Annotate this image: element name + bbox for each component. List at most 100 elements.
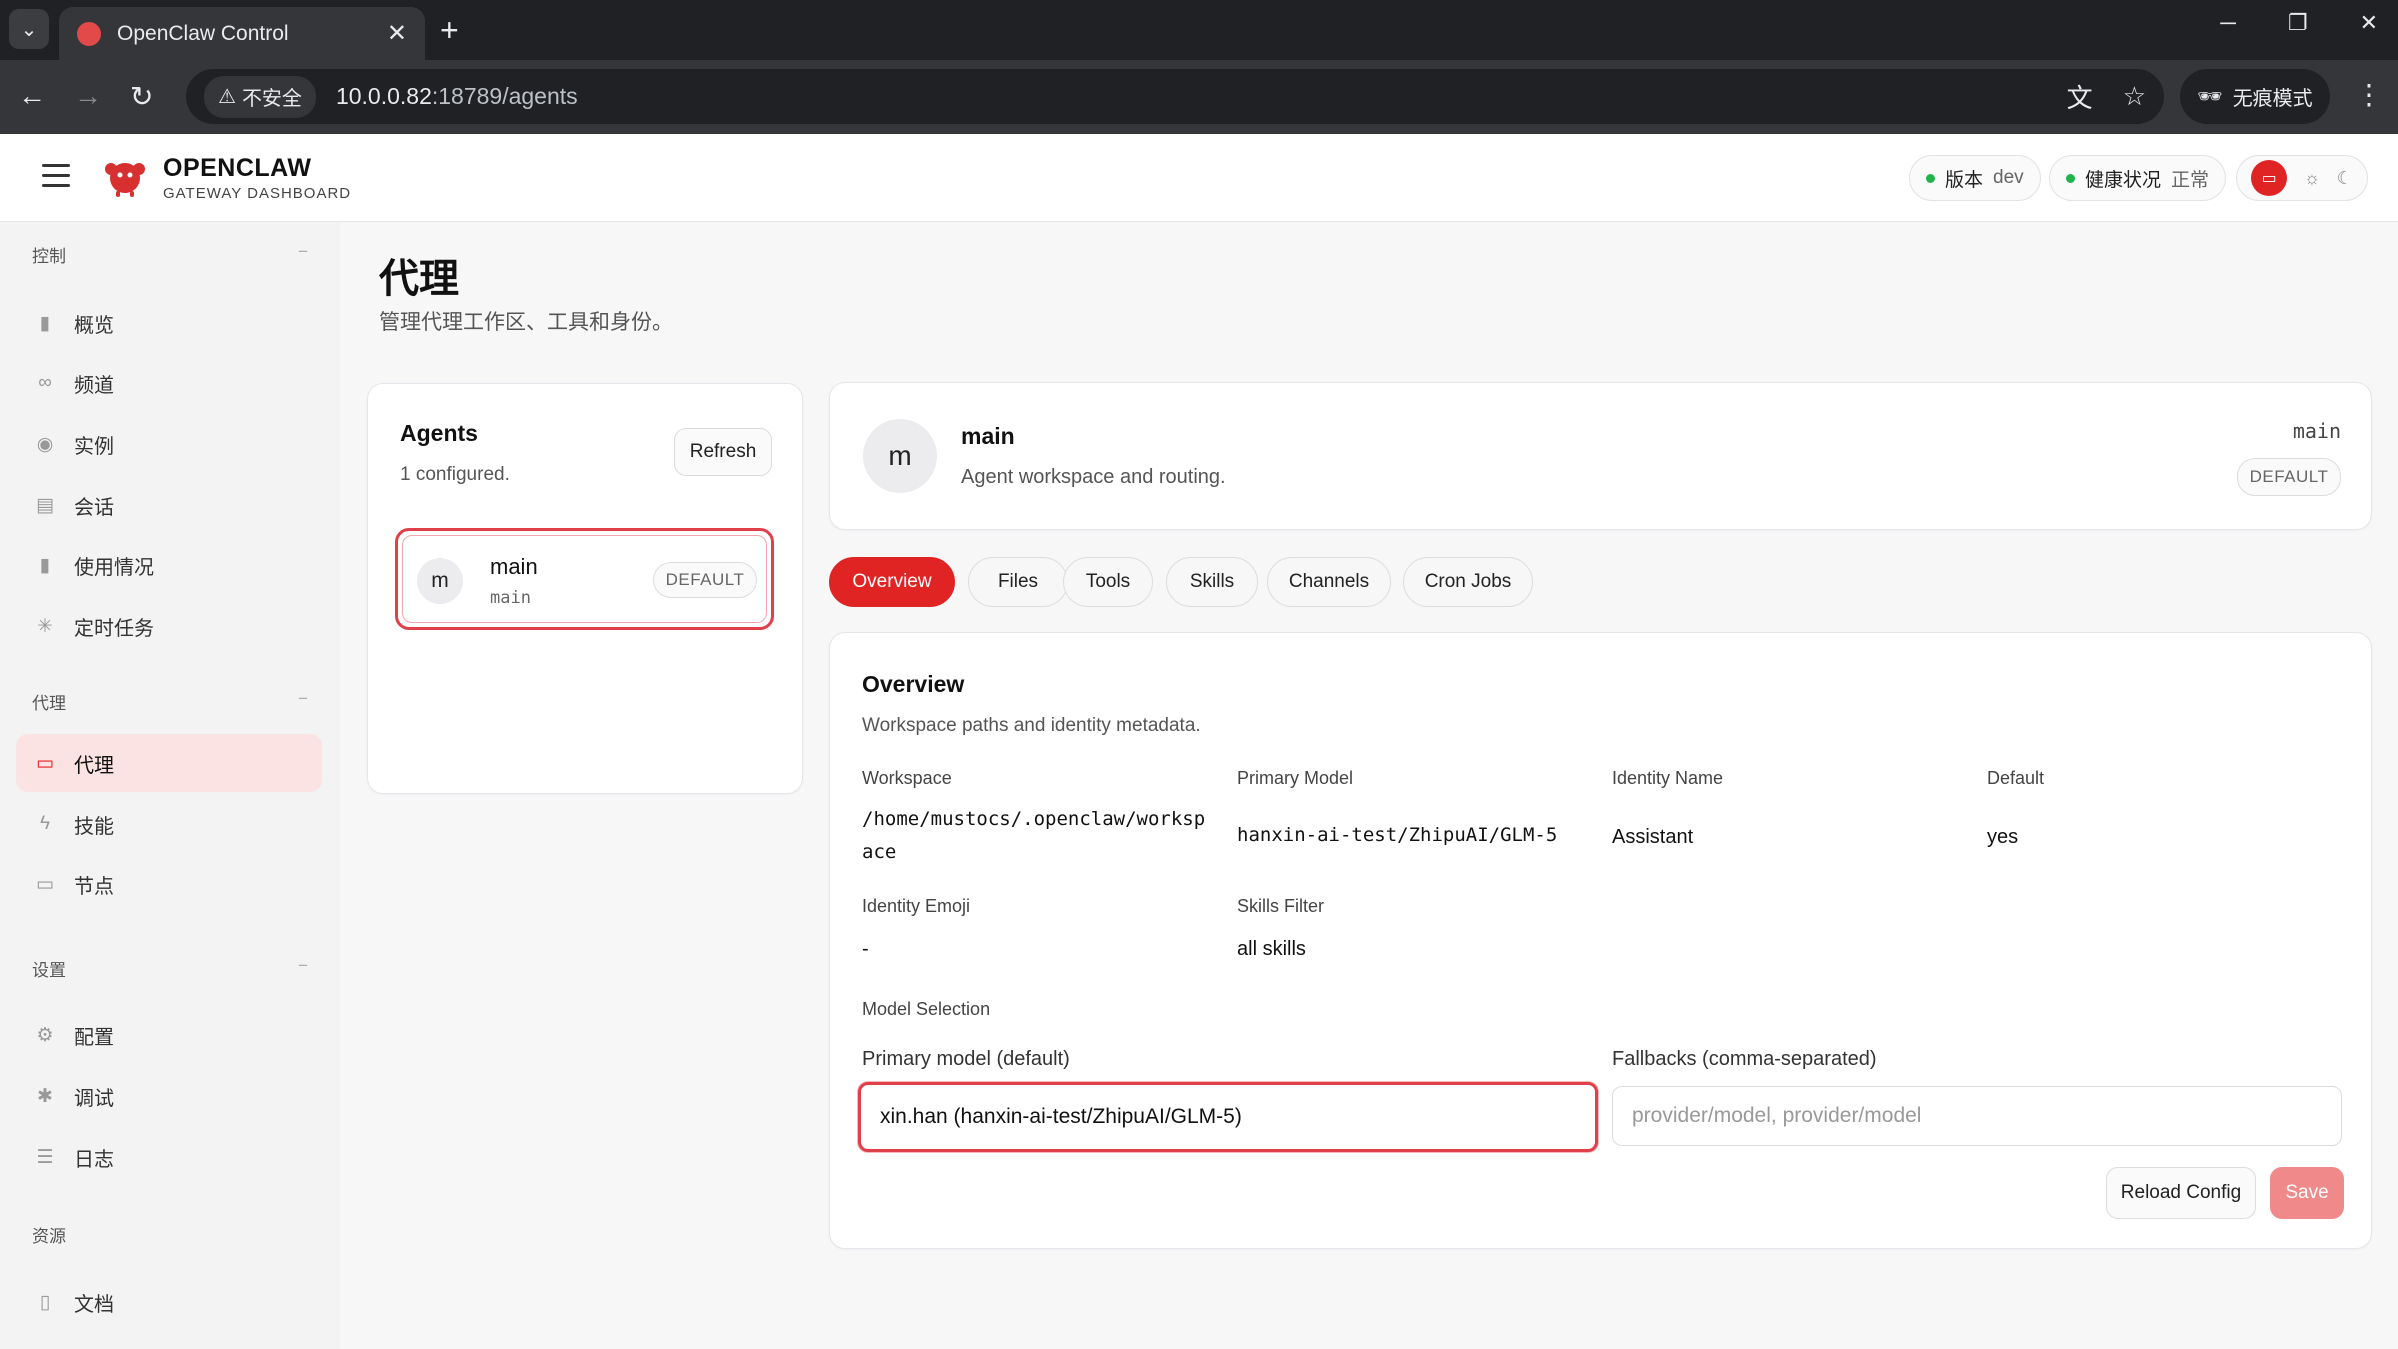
sidebar-item-label: 使用情况: [74, 556, 154, 579]
sidebar-section-resources: 资源: [32, 1222, 308, 1247]
brand: OPENCLAW GATEWAY DASHBOARD: [163, 154, 351, 202]
workspace-label: Workspace: [862, 768, 952, 788]
fallbacks-input[interactable]: provider/model, provider/model: [1612, 1086, 2342, 1146]
tab-cron-jobs[interactable]: Cron Jobs: [1403, 557, 1533, 607]
bookmark-star-icon[interactable]: ☆: [2123, 81, 2146, 112]
sidebar-item-label: 概览: [74, 314, 114, 337]
primary-model-label: Primary Model: [1237, 768, 1354, 788]
tab-close-icon[interactable]: ✕: [387, 19, 407, 48]
tab-overview[interactable]: Overview: [829, 557, 955, 607]
sidebar-item-label: 日志: [74, 1148, 114, 1171]
sidebar-item-nodes[interactable]: ▭ 节点: [16, 855, 322, 913]
health-pill: 健康状况 正常: [2049, 155, 2227, 201]
sidebar-section-settings[interactable]: 设置 −: [32, 956, 308, 981]
sidebar-section-title: 资源: [32, 1227, 66, 1246]
save-button[interactable]: Save: [2270, 1167, 2344, 1219]
agent-header-default-badge: DEFAULT: [2237, 458, 2341, 496]
insecure-label: 不安全: [241, 88, 302, 110]
address-bar[interactable]: ⚠ 不安全 10.0.0.82:18789/agents 文 ☆: [186, 69, 2164, 124]
new-tab-icon[interactable]: +: [440, 12, 459, 49]
sidebar-item-agents[interactable]: ▭ 代理: [16, 734, 322, 792]
sidebar-item-label: 代理: [74, 754, 114, 777]
model-selection-label: Model Selection: [862, 999, 991, 1019]
health-status-dot: [2066, 173, 2075, 183]
tab-search-dropdown-icon[interactable]: ⌄: [9, 9, 49, 49]
agent-list-item-inner: m main main DEFAULT: [402, 535, 767, 623]
sidebar-item-cron[interactable]: ✳ 定时任务: [16, 597, 322, 655]
agent-header-subtitle: Agent workspace and routing.: [961, 466, 1226, 488]
collapse-icon[interactable]: −: [298, 242, 308, 267]
agent-name: main: [490, 554, 538, 579]
theme-switcher: ▭ ☼ ☾: [2236, 155, 2368, 201]
forward-arrow-icon[interactable]: →: [74, 80, 102, 112]
sidebar-item-skills[interactable]: ϟ 技能: [16, 795, 322, 853]
default-badge: DEFAULT: [653, 562, 757, 598]
translate-icon[interactable]: 文: [2067, 78, 2093, 115]
incognito-indicator[interactable]: 🕶 无痕模式: [2180, 69, 2330, 124]
page-subtitle: 管理代理工作区、工具和身份。: [379, 311, 673, 334]
tab-skills[interactable]: Skills: [1166, 557, 1258, 607]
sun-theme-icon[interactable]: ☼: [2304, 168, 2321, 189]
refresh-button[interactable]: Refresh: [674, 428, 772, 476]
version-pill: 版本 dev: [1909, 155, 2041, 201]
sidebar-section-control[interactable]: 控制 −: [32, 242, 308, 267]
moon-theme-icon[interactable]: ☾: [2337, 168, 2353, 189]
collapse-icon[interactable]: −: [298, 689, 308, 714]
openclaw-logo-icon: [105, 163, 145, 197]
reload-icon[interactable]: ↻: [130, 80, 153, 113]
version-status-dot: [1926, 173, 1935, 183]
tab-channels[interactable]: Channels: [1267, 557, 1391, 607]
sidebar-item-sessions[interactable]: ▤ 会话: [16, 476, 322, 534]
agent-header-id: main: [2292, 419, 2341, 443]
browser-menu-icon[interactable]: ⋮: [2355, 78, 2383, 111]
sidebar-item-label: 实例: [74, 435, 114, 458]
sidebar-item-docs[interactable]: ▯ 文档: [16, 1273, 322, 1331]
reload-config-button[interactable]: Reload Config: [2106, 1167, 2256, 1219]
window-close-icon[interactable]: ✕: [2360, 10, 2378, 36]
agents-count: 1 configured.: [400, 464, 510, 485]
sidebar-section-title: 设置: [32, 961, 66, 980]
agents-title: Agents: [400, 420, 478, 446]
broadcast-icon: ◉: [36, 433, 54, 455]
warning-icon: ⚠: [218, 86, 236, 108]
sidebar-item-instances[interactable]: ◉ 实例: [16, 415, 322, 473]
restore-icon[interactable]: ❐: [2288, 10, 2308, 36]
sidebar-section-title: 代理: [32, 694, 66, 713]
url-text[interactable]: 10.0.0.82:18789/agents: [336, 83, 2037, 110]
browser-toolbar: ← → ↻ ⚠ 不安全 10.0.0.82:18789/agents 文 ☆ 🕶…: [0, 60, 2398, 134]
sidebar-section-agents[interactable]: 代理 −: [32, 689, 308, 714]
sidebar-item-config[interactable]: ⚙ 配置: [16, 1006, 322, 1064]
sidebar-item-debug[interactable]: ✱ 调试: [16, 1067, 322, 1125]
url-host: 10.0.0.82: [335, 83, 432, 109]
security-indicator[interactable]: ⚠ 不安全: [204, 75, 316, 118]
agent-list-item[interactable]: m main main DEFAULT: [395, 528, 774, 630]
sidebar-item-channels[interactable]: ∞ 频道: [16, 354, 322, 412]
workspace-value-line-1: /home/mustocs/.openclaw/worksp: [862, 808, 1206, 830]
back-arrow-icon[interactable]: ←: [18, 80, 46, 112]
incognito-icon: 🕶: [2197, 86, 2223, 108]
sidebar-item-label: 频道: [74, 374, 114, 397]
monitor-theme-icon[interactable]: ▭: [2251, 160, 2288, 196]
minimize-icon[interactable]: ─: [2220, 10, 2236, 36]
sidebar: 控制 − ▮ 概览 ∞ 频道 ◉ 实例 ▤ 会话 ▮ 使用情况 ✳ 定时任务 代理…: [0, 222, 340, 1349]
primary-model-input[interactable]: xin.han (hanxin-ai-test/ZhipuAI/GLM-5): [858, 1082, 1598, 1152]
hamburger-menu-icon[interactable]: [42, 164, 70, 194]
sidebar-item-label: 节点: [74, 875, 114, 898]
collapse-icon[interactable]: −: [298, 956, 308, 981]
browser-tab[interactable]: OpenClaw Control ✕: [59, 7, 425, 60]
url-path: :18789/agents: [431, 83, 578, 109]
identity-name-label: Identity Name: [1612, 768, 1724, 788]
bar-chart-icon: ▮: [39, 312, 51, 334]
sidebar-item-usage[interactable]: ▮ 使用情况: [16, 536, 322, 594]
sidebar-item-label: 调试: [74, 1087, 114, 1110]
skills-filter-label: Skills Filter: [1237, 896, 1325, 916]
overview-title: Overview: [862, 671, 965, 697]
agents-list-card: Agents 1 configured. Refresh m main main…: [367, 383, 803, 794]
tab-tools[interactable]: Tools: [1063, 557, 1153, 607]
sidebar-item-overview[interactable]: ▮ 概览: [16, 294, 322, 352]
sidebar-item-logs[interactable]: ☰ 日志: [16, 1128, 322, 1186]
fallbacks-input-label: Fallbacks (comma-separated): [1612, 1048, 1877, 1070]
default-label: Default: [1987, 768, 2045, 788]
tab-files[interactable]: Files: [968, 557, 1068, 607]
browser-tab-title: OpenClaw Control: [117, 21, 289, 45]
